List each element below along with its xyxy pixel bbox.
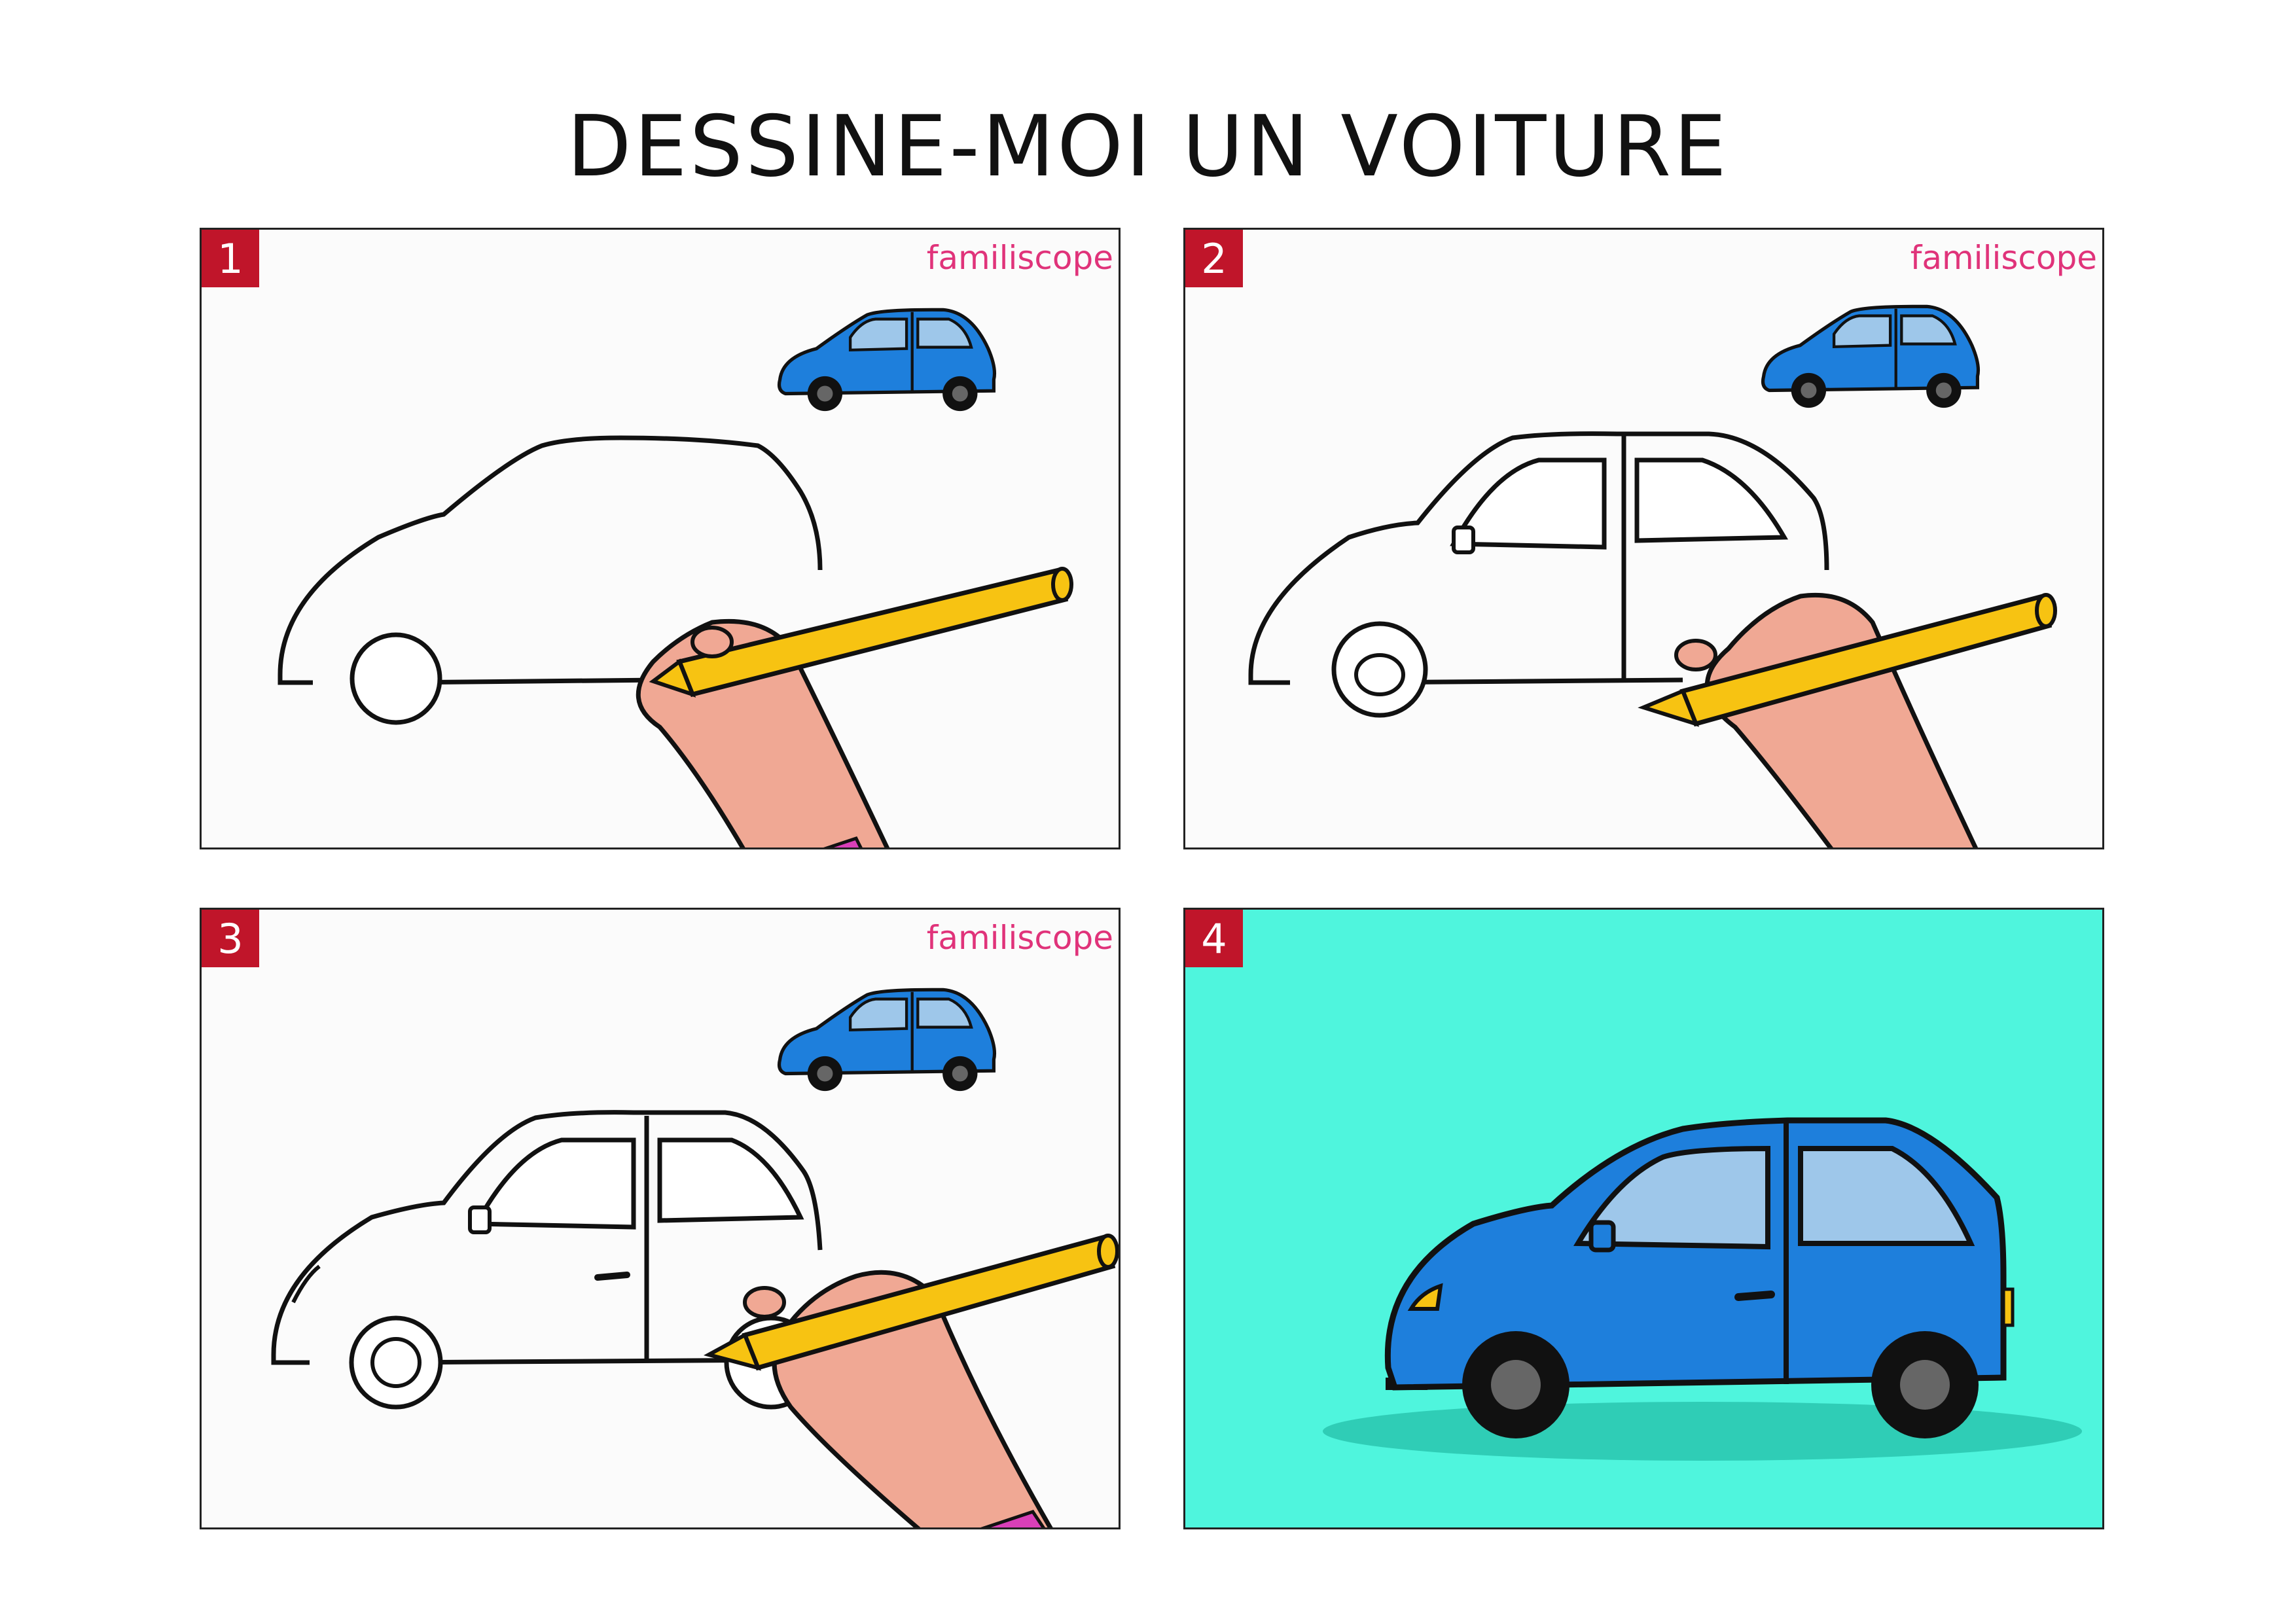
- step-2-drawing: [1248, 304, 2057, 847]
- hand-with-pencil: [1638, 592, 2057, 847]
- step-badge-2: 2: [1185, 230, 1243, 287]
- brand-logo: familiscope: [926, 239, 1113, 277]
- step-panel-1: 1 familiscope: [200, 228, 1121, 849]
- reference-car: [1761, 304, 1981, 408]
- step-badge-1: 1: [202, 230, 259, 287]
- step-3-drawing: [271, 988, 1119, 1527]
- finished-car: [1384, 1117, 2015, 1438]
- step-panel-3: 3 familiscope: [200, 908, 1121, 1529]
- reference-car: [777, 308, 997, 412]
- reference-car: [777, 988, 997, 1092]
- step-badge-3: 3: [202, 910, 259, 967]
- hand-with-pencil: [636, 567, 1073, 847]
- step-1-drawing: [278, 308, 1073, 847]
- step-4-drawing: [1323, 1117, 2082, 1461]
- brand-logo: familiscope: [926, 919, 1113, 957]
- step-badge-4: 4: [1185, 910, 1243, 967]
- step-panel-4: 4: [1183, 908, 2104, 1529]
- step-panel-2: 2 familiscope: [1183, 228, 2104, 849]
- brand-logo: familiscope: [1910, 239, 2097, 277]
- page-title: DESSINE-MOI UN VOITURE: [567, 98, 1729, 196]
